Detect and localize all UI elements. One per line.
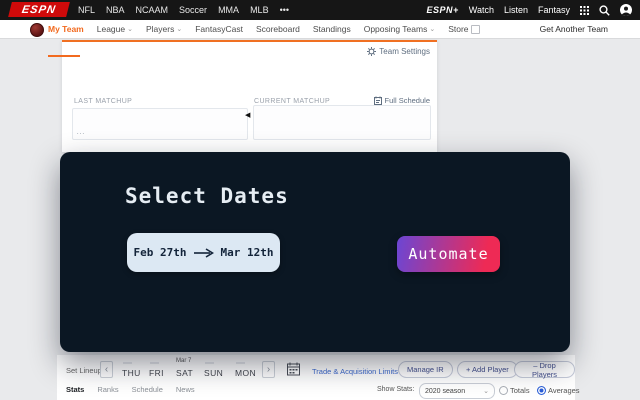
nav-soccer[interactable]: Soccer [179,5,207,15]
full-schedule-label: Full Schedule [385,96,430,105]
tab-opposing-teams-label: Opposing Teams [364,24,428,34]
chevron-down-icon: ⌄ [429,26,435,33]
chevron-down-icon: ⌄ [127,26,133,33]
season-dropdown[interactable]: 2020 season ⌄ [419,383,495,399]
tab-scoreboard[interactable]: Scoreboard [256,24,300,34]
date-end: Mar 12th [221,246,274,259]
faint-date-placeholder [123,362,132,364]
tab-ranks[interactable]: Ranks [97,385,118,394]
sports-nav: NFL NBA NCAAM Soccer MMA MLB ••• [78,0,289,20]
gear-icon [367,47,376,56]
fantasy-nav-items: My Team League ⌄ Players ⌄ FantasyCast S… [48,20,480,38]
tab-stats[interactable]: Stats [66,385,84,394]
current-matchup-box [253,105,431,140]
team-summary-card: Team Settings LAST MATCHUP CURRENT MATCH… [62,40,437,152]
tab-store[interactable]: Store [448,24,479,34]
day-sun[interactable]: SUN [204,368,223,378]
averages-radio-label[interactable]: Averages [548,386,580,395]
nav-nfl[interactable]: NFL [78,5,95,15]
chevron-down-icon: ⌄ [483,388,489,395]
calendar-icon[interactable] [287,362,300,376]
trade-limits-label: Trade & Acquisition Limits [312,367,398,376]
full-schedule-link[interactable]: Full Schedule [374,96,430,105]
more-sports-icon[interactable]: ••• [280,5,289,15]
tab-players-label: Players [146,24,174,34]
active-tab-underline [48,55,80,57]
day-mon[interactable]: MON [235,368,256,378]
nav-watch[interactable]: Watch [469,5,494,15]
season-dropdown-value: 2020 season [425,388,465,395]
tab-news[interactable]: News [176,385,195,394]
totals-radio[interactable] [499,386,508,395]
tab-league[interactable]: League ⌄ [97,24,133,34]
espn-plus-logo[interactable]: ESPN+ [427,5,459,15]
set-lineup-label: Set Lineup: [66,366,104,375]
fantasy-nav-bar: My Team League ⌄ Players ⌄ FantasyCast S… [0,20,640,39]
tab-schedule[interactable]: Schedule [132,385,163,394]
select-dates-modal: Select Dates Feb 27th Mar 12th Automate [60,152,570,352]
back-caret-icon: ◀ [245,111,250,119]
day-sat[interactable]: SAT [176,368,193,378]
chevron-down-icon: ⌄ [176,26,182,33]
last-matchup-label: LAST MATCHUP [74,98,132,105]
faint-date-placeholder [205,362,214,364]
tab-league-label: League [97,24,125,34]
top-nav-right: ESPN+ Watch Listen Fantasy [427,0,632,20]
tab-standings[interactable]: Standings [313,24,351,34]
automate-button[interactable]: Automate [397,236,500,272]
manage-ir-button[interactable]: Manage IR [398,361,453,378]
nav-fantasy[interactable]: Fantasy [538,5,570,15]
apps-grid-icon[interactable] [580,6,589,15]
averages-radio[interactable] [537,386,546,395]
tab-fantasycast[interactable]: FantasyCast [195,24,243,34]
date-start: Feb 27th [134,246,187,259]
day-thu[interactable]: THU [122,368,141,378]
date-range-pill[interactable]: Feb 27th Mar 12th [127,233,280,272]
team-settings-label: Team Settings [379,47,430,56]
stats-tabs: Stats Ranks Schedule News [66,385,195,394]
nav-nba[interactable]: NBA [106,5,125,15]
show-stats-label: Show Stats: [377,386,414,393]
faint-date-placeholder [236,362,245,364]
matchup-ellipsis: … [76,126,85,136]
lineup-section: Set Lineup: ‹ THU FRI Mar 7 SAT SUN MON … [57,355,575,400]
nav-mma[interactable]: MMA [218,5,239,15]
nav-ncaam[interactable]: NCAAM [136,5,169,15]
tab-my-team[interactable]: My Team [48,24,84,34]
prev-day-button[interactable]: ‹ [100,361,113,378]
arrow-right-icon [194,248,214,258]
totals-radio-label[interactable]: Totals [510,386,530,395]
store-icon [471,25,480,34]
last-matchup-box [72,108,248,140]
team-settings-link[interactable]: Team Settings [367,47,430,56]
profile-icon[interactable] [620,4,632,16]
search-icon[interactable] [599,5,610,16]
tab-store-label: Store [448,24,468,34]
day-fri[interactable]: FRI [149,368,164,378]
nav-mlb[interactable]: MLB [250,5,269,15]
get-another-team-link[interactable]: Get Another Team [540,20,608,38]
top-nav-bar: ESPN NFL NBA NCAAM Soccer MMA MLB ••• ES… [0,0,640,20]
add-player-button[interactable]: + Add Player [457,361,518,378]
espn-logo-text: ESPN [21,4,57,16]
tab-opposing-teams[interactable]: Opposing Teams ⌄ [364,24,436,34]
nav-listen[interactable]: Listen [504,5,528,15]
modal-title: Select Dates [125,184,289,208]
espn-logo[interactable]: ESPN [8,2,70,17]
tab-players[interactable]: Players ⌄ [146,24,182,34]
current-matchup-label: CURRENT MATCHUP [254,98,330,105]
team-logo-icon[interactable] [30,23,44,37]
faint-date-placeholder [150,362,159,364]
next-day-button[interactable]: › [262,361,275,378]
schedule-icon [374,96,382,105]
trade-acquisition-limits-link[interactable]: Trade & Acquisition Limits i [312,366,411,376]
selected-day-date: Mar 7 [176,358,191,364]
drop-players-button[interactable]: – Drop Players [514,361,575,378]
